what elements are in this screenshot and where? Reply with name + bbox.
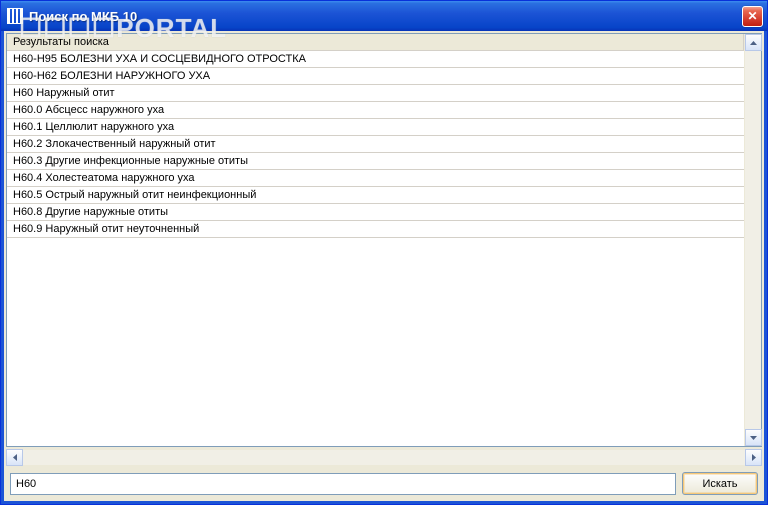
vertical-scroll-track[interactable] — [745, 51, 761, 429]
scroll-left-button[interactable] — [6, 449, 23, 466]
scroll-up-button[interactable] — [745, 34, 762, 51]
scroll-down-button[interactable] — [745, 429, 762, 446]
result-row[interactable]: H60.4 Холестеатома наружного уха — [7, 170, 744, 187]
result-row[interactable]: H60-H95 БОЛЕЗНИ УХА И СОСЦЕВИДНОГО ОТРОС… — [7, 51, 744, 68]
search-button[interactable]: Искать — [682, 472, 758, 495]
result-row[interactable]: H60.2 Злокачественный наружный отит — [7, 136, 744, 153]
horizontal-scroll-track[interactable] — [23, 449, 745, 466]
window: ☐☐☐☐PORTAL Поиск по МКБ 10 ✕ Результаты … — [0, 0, 768, 505]
search-row: Искать — [6, 466, 762, 499]
horizontal-scrollbar[interactable] — [6, 449, 762, 466]
titlebar[interactable]: Поиск по МКБ 10 ✕ — [1, 1, 767, 31]
chevron-down-icon — [750, 436, 757, 440]
result-row[interactable]: H60.0 Абсцесс наружного уха — [7, 102, 744, 119]
scroll-right-button[interactable] — [745, 449, 762, 466]
result-row[interactable]: H60.5 Острый наружный отит неинфекционны… — [7, 187, 744, 204]
chevron-up-icon — [750, 41, 757, 45]
chevron-right-icon — [752, 454, 756, 461]
close-icon: ✕ — [747, 9, 757, 23]
results-header[interactable]: Результаты поиска — [7, 34, 744, 51]
result-row[interactable]: H60.3 Другие инфекционные наружные отиты — [7, 153, 744, 170]
search-input[interactable] — [10, 473, 676, 495]
result-row[interactable]: H60-H62 БОЛЕЗНИ НАРУЖНОГО УХА — [7, 68, 744, 85]
result-row[interactable]: H60.1 Целлюлит наружного уха — [7, 119, 744, 136]
results-panel: Результаты поиска H60-H95 БОЛЕЗНИ УХА И … — [6, 33, 762, 447]
results-list[interactable]: Результаты поиска H60-H95 БОЛЕЗНИ УХА И … — [7, 34, 744, 446]
client-area: Результаты поиска H60-H95 БОЛЕЗНИ УХА И … — [1, 31, 767, 504]
vertical-scrollbar[interactable] — [744, 34, 761, 446]
result-row[interactable]: H60.9 Наружный отит неуточненный — [7, 221, 744, 238]
window-title: Поиск по МКБ 10 — [29, 9, 742, 24]
result-row[interactable]: H60 Наружный отит — [7, 85, 744, 102]
result-row[interactable]: H60.8 Другие наружные отиты — [7, 204, 744, 221]
app-icon — [7, 8, 23, 24]
close-button[interactable]: ✕ — [742, 6, 763, 27]
chevron-left-icon — [13, 454, 17, 461]
